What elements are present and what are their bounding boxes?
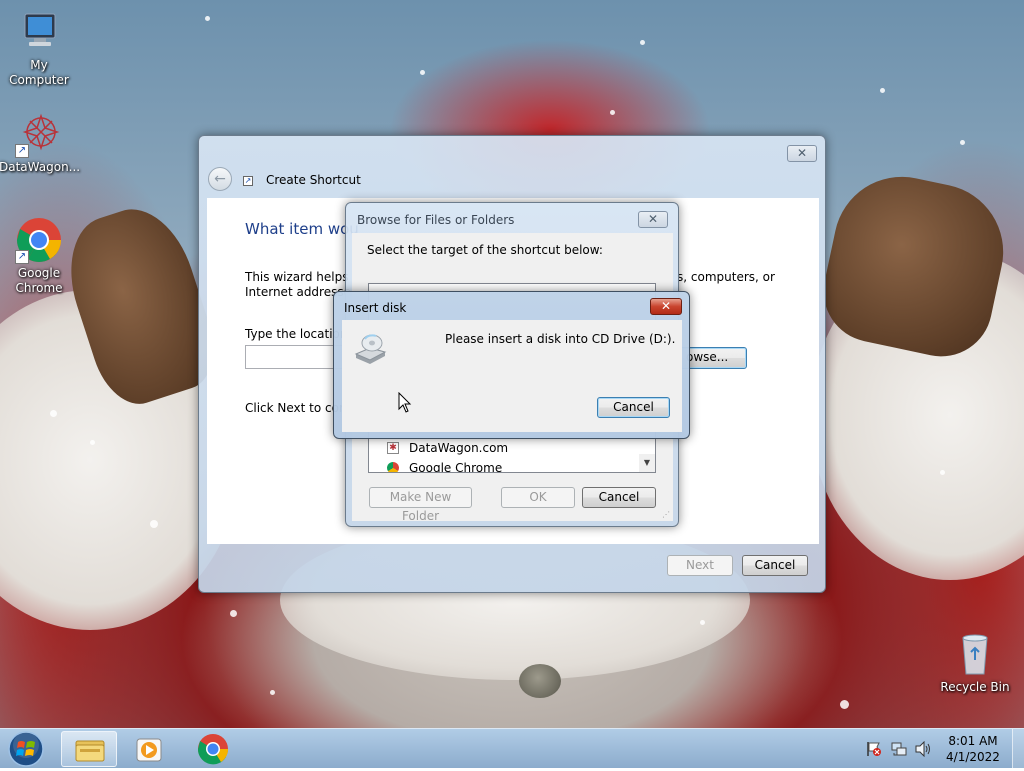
snowflake	[270, 690, 275, 695]
shortcut-arrow-icon: ↗	[15, 250, 29, 264]
snowflake	[230, 610, 237, 617]
action-center-flag-icon[interactable]	[866, 741, 882, 757]
ok-button[interactable]: OK	[501, 487, 575, 508]
desktop-icon-label: Google Chrome	[15, 266, 63, 295]
chrome-small-icon	[387, 462, 399, 472]
media-player-icon	[136, 738, 162, 762]
snowflake	[940, 470, 945, 475]
taskbar-chrome-button[interactable]	[185, 731, 241, 767]
snowflake	[880, 88, 885, 93]
make-new-folder-button[interactable]: Make New Folder	[369, 487, 472, 523]
wizard-heading: What item wou	[245, 220, 359, 238]
resize-grip-icon[interactable]: ⋰	[662, 510, 670, 519]
insert-disk-message: Please insert a disk into CD Drive (D:).	[445, 332, 676, 346]
back-arrow-icon: ←	[214, 171, 226, 187]
start-button[interactable]	[6, 730, 46, 768]
desktop-icon-label: Recycle Bin	[940, 680, 1010, 694]
tree-item[interactable]: ✱ DataWagon.com	[387, 440, 627, 457]
tree-item[interactable]: Google Chrome	[387, 460, 627, 473]
browse-cancel-button[interactable]: Cancel	[582, 487, 656, 508]
browse-instruction: Select the target of the shortcut below:	[367, 243, 603, 257]
cancel-button[interactable]: Cancel	[742, 555, 808, 576]
recycle-bin-icon	[951, 630, 999, 678]
snowflake	[960, 140, 965, 145]
cd-drive-icon	[352, 330, 388, 366]
datawagon-logo-icon: ↗	[15, 110, 63, 158]
tree-item-label: DataWagon.com	[409, 441, 509, 455]
wallpaper-coat-button	[519, 664, 561, 698]
desktop-icon-datawagon[interactable]: ↗ DataWagon...	[0, 110, 81, 175]
next-button[interactable]: Next	[667, 555, 733, 576]
clock-time: 8:01 AM	[948, 734, 998, 748]
insert-disk-body: Please insert a disk into CD Drive (D:).…	[342, 320, 682, 432]
shortcut-small-icon: ↗	[243, 176, 253, 186]
close-icon: ✕	[796, 146, 808, 160]
snowflake	[205, 16, 210, 21]
browse-close-button[interactable]: ✕	[638, 211, 668, 228]
clock[interactable]: 8:01 AM 4/1/2022	[938, 733, 1008, 765]
snowflake	[90, 440, 95, 445]
snowflake	[700, 620, 705, 625]
windows-orb-icon	[8, 731, 44, 767]
desktop-icon-label: DataWagon...	[0, 160, 81, 174]
mouse-cursor-icon	[398, 391, 412, 414]
taskbar-media-player-button[interactable]	[122, 731, 178, 767]
snowflake	[420, 70, 425, 75]
close-icon: ✕	[647, 212, 659, 226]
snowflake	[840, 700, 849, 709]
snowflake	[640, 40, 645, 45]
desktop-icon-label: My Computer	[9, 58, 69, 87]
insert-disk-title: Insert disk	[344, 301, 407, 315]
browse-dialog-title: Browse for Files or Folders	[357, 213, 515, 227]
back-arrow-button[interactable]: ←	[208, 167, 232, 191]
computer-icon	[15, 8, 63, 56]
insert-disk-dialog: Insert disk ✕ Please insert a disk into …	[333, 291, 690, 439]
tree-item-label: Google Chrome	[409, 461, 503, 473]
location-input[interactable]	[245, 345, 345, 369]
scroll-down-arrow-icon[interactable]: ▼	[639, 454, 655, 472]
datawagon-small-icon: ✱	[387, 442, 399, 454]
shortcut-arrow-icon: ↗	[15, 144, 29, 158]
insert-disk-cancel-button[interactable]: Cancel	[597, 397, 670, 418]
desktop-icon-google-chrome[interactable]: ↗ Google Chrome	[0, 216, 79, 296]
snowflake	[610, 110, 615, 115]
close-icon: ✕	[660, 299, 672, 313]
taskbar-explorer-button[interactable]	[61, 731, 117, 767]
chrome-icon	[197, 734, 229, 765]
desktop-icon-recycle-bin[interactable]: Recycle Bin	[935, 630, 1015, 695]
window-title: Create Shortcut	[266, 173, 361, 187]
click-next-text: Click Next to con	[245, 401, 347, 415]
taskbar: 8:01 AM 4/1/2022	[0, 728, 1024, 769]
desktop-icon-my-computer[interactable]: My Computer	[0, 8, 79, 88]
snowflake	[50, 410, 57, 417]
snowflake	[150, 520, 158, 528]
insert-disk-close-button[interactable]: ✕	[650, 298, 682, 315]
folder-icon	[75, 740, 105, 762]
network-icon[interactable]	[891, 741, 907, 757]
volume-icon[interactable]	[914, 740, 932, 758]
clock-date: 4/1/2022	[946, 750, 1000, 764]
close-button[interactable]: ✕	[787, 145, 817, 162]
show-desktop-button[interactable]	[1012, 729, 1024, 769]
wizard-description-right: s, computers, or	[677, 270, 775, 284]
chrome-icon: ↗	[15, 216, 63, 264]
